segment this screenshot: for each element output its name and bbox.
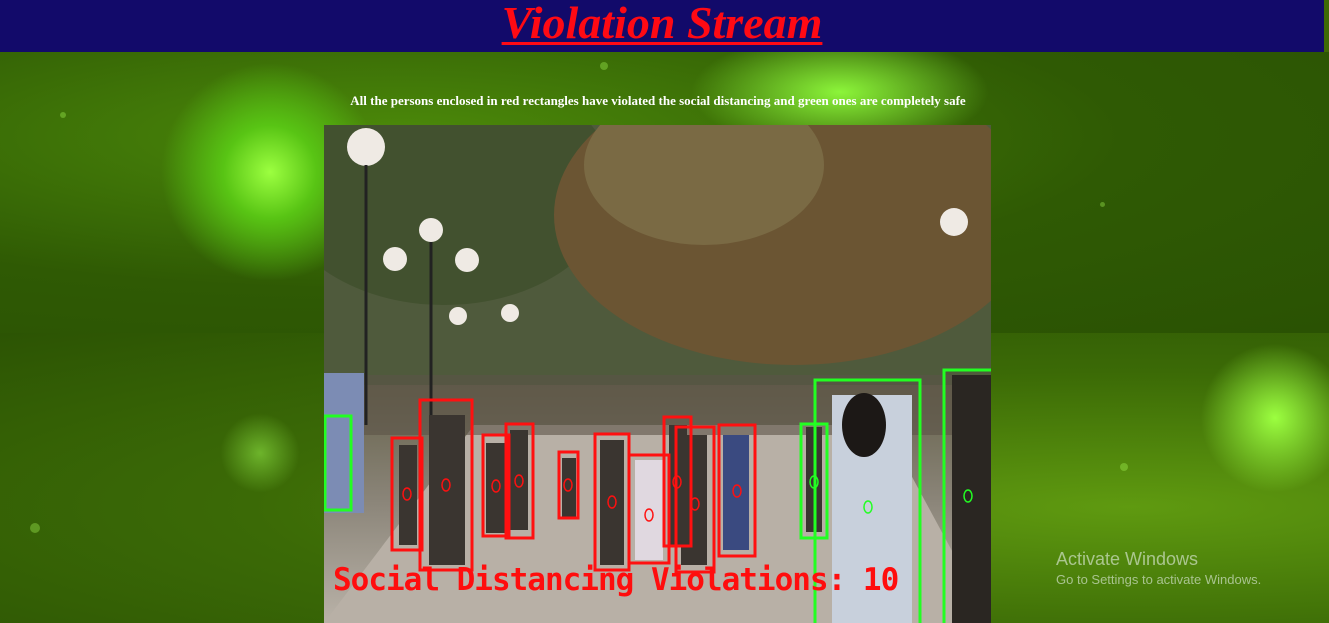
watermark-subtitle: Go to Settings to activate Windows. xyxy=(1056,572,1262,587)
page-title: Violation Stream xyxy=(501,0,823,48)
lamp xyxy=(501,304,519,322)
lamp xyxy=(347,128,385,166)
lamp xyxy=(383,247,407,271)
person xyxy=(399,445,417,545)
person xyxy=(486,443,506,533)
violation-video-stream: Social Distancing Violations: 10 xyxy=(324,125,991,623)
lamp xyxy=(449,307,467,325)
violations-count-overlay: Social Distancing Violations: 10 xyxy=(333,562,899,598)
person xyxy=(723,435,749,550)
activate-windows-watermark: Activate Windows Go to Settings to activ… xyxy=(1056,548,1261,590)
person xyxy=(600,440,624,565)
lamp xyxy=(940,208,968,236)
person xyxy=(635,460,663,560)
person xyxy=(510,430,528,530)
stream-frame xyxy=(324,125,991,623)
watermark-title: Activate Windows xyxy=(1056,549,1199,569)
person-head xyxy=(842,393,886,457)
lamp xyxy=(419,218,443,242)
kiosk xyxy=(324,373,364,513)
lamp xyxy=(455,248,479,272)
header-bar: Violation Stream xyxy=(0,0,1324,52)
page-description: All the persons enclosed in red rectangl… xyxy=(350,93,966,108)
